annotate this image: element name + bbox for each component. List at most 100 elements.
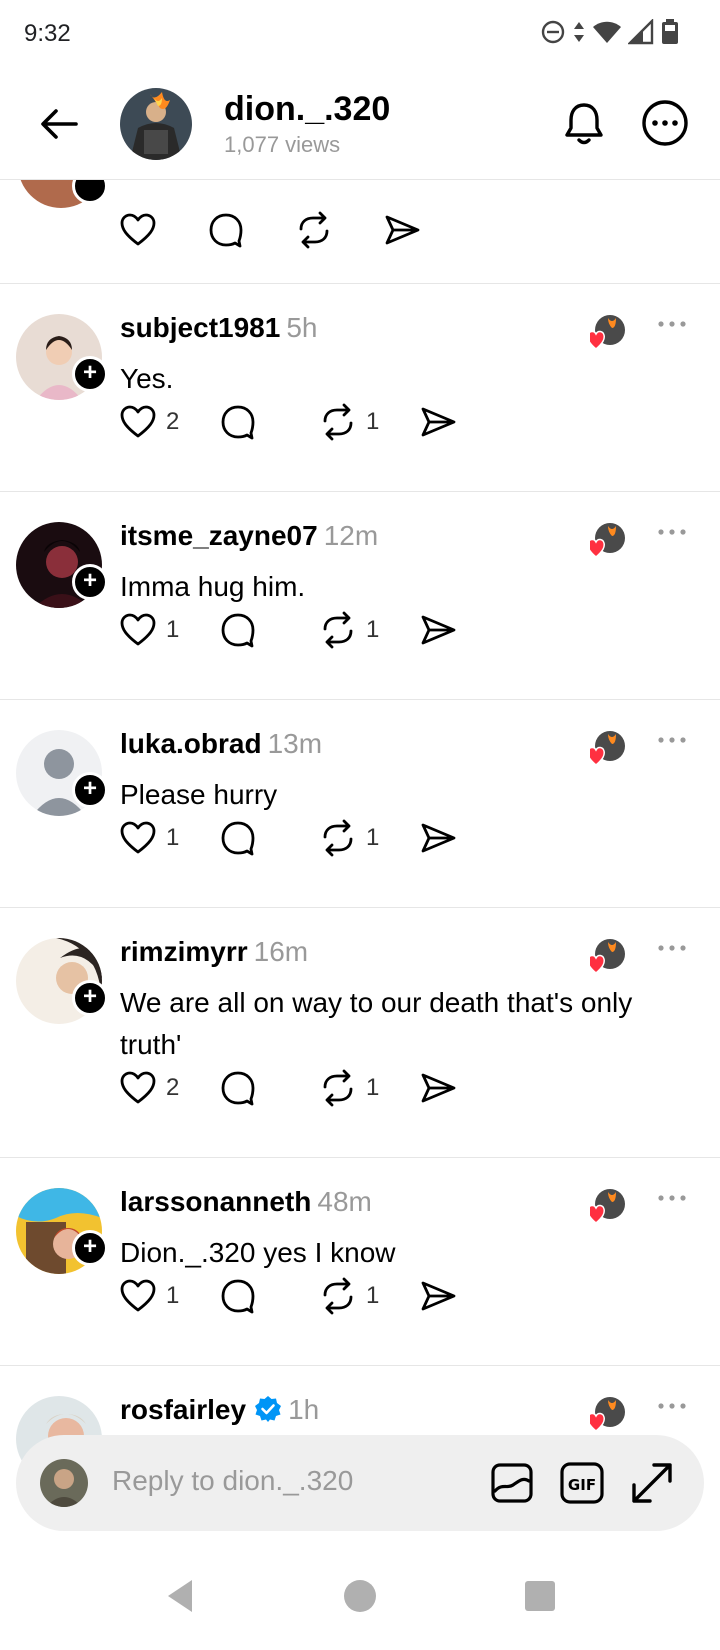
square-recents-icon: [525, 1581, 555, 1611]
comment-icon: [221, 821, 255, 856]
timestamp: 13m: [267, 728, 323, 759]
comment-text: Imma hug him.: [120, 571, 306, 602]
reply-input[interactable]: Reply to dion._.320: [112, 1465, 353, 1497]
expand-composer-button[interactable]: [628, 1459, 676, 1507]
heart-icon: [120, 821, 156, 854]
comment-more-button[interactable]: [656, 936, 688, 960]
like-button[interactable]: 2: [118, 1068, 180, 1108]
nav-home-button[interactable]: [340, 1576, 380, 1616]
username[interactable]: larssonanneth: [120, 1186, 311, 1217]
reply-button[interactable]: [218, 818, 280, 858]
comment-more-button[interactable]: [656, 520, 688, 544]
username[interactable]: rimzimyrr: [120, 936, 248, 967]
like-button[interactable]: 2: [118, 402, 180, 442]
share-button[interactable]: [418, 818, 458, 858]
comment-more-button[interactable]: [656, 1186, 688, 1210]
gif-icon: GIF: [560, 1462, 604, 1504]
comment-text: Please hurry: [120, 779, 278, 810]
follow-plus-button[interactable]: +: [72, 1230, 108, 1266]
my-avatar: [40, 1459, 88, 1507]
nav-back-button[interactable]: [160, 1576, 200, 1616]
author-liked-indicator: [587, 1396, 626, 1432]
comment-icon: [221, 405, 255, 440]
like-count: 1: [166, 616, 180, 643]
repost-count: 1: [366, 408, 380, 435]
share-icon: [421, 823, 456, 853]
like-button[interactable]: 1: [118, 818, 180, 858]
follow-plus-button[interactable]: +: [72, 772, 108, 808]
repost-icon: [323, 819, 353, 857]
comment-text: Yes.: [120, 363, 174, 394]
username[interactable]: luka.obrad: [120, 728, 262, 759]
repost-button[interactable]: 1: [318, 1276, 380, 1316]
reply-button[interactable]: [218, 610, 280, 650]
repost-button[interactable]: 1: [318, 402, 380, 442]
svg-text:GIF: GIF: [568, 1476, 596, 1494]
gif-button[interactable]: GIF: [558, 1459, 606, 1507]
like-button[interactable]: 1: [118, 610, 180, 650]
share-icon: [421, 615, 456, 645]
data-arrows-icon: [574, 22, 584, 42]
share-button[interactable]: [418, 402, 458, 442]
status-bar: 9:32: [0, 0, 720, 72]
reply-button[interactable]: [218, 402, 280, 442]
repost-button[interactable]: 1: [318, 1068, 380, 1108]
image-icon: [491, 1463, 533, 1503]
like-count: 1: [166, 824, 180, 851]
share-icon: [421, 1281, 456, 1311]
comment-row[interactable]: + larssonanneth 48m Dion._.320 yes I know…: [0, 1158, 720, 1366]
share-button[interactable]: [418, 1068, 458, 1108]
comment-text: We are all on way to our death that's on…: [120, 987, 633, 1060]
header-avatar[interactable]: [120, 88, 192, 160]
comment-meta: rimzimyrr 16m: [120, 936, 308, 968]
comment-icon: [221, 1279, 255, 1314]
comment-more-button[interactable]: [656, 728, 688, 752]
comment-row[interactable]: + luka.obrad 13m Please hurry 1 1: [0, 700, 720, 908]
comment-actions: 2 1: [118, 1068, 496, 1108]
follow-plus-button[interactable]: +: [72, 356, 108, 392]
signal-icon: [628, 19, 654, 45]
author-liked-indicator: [587, 314, 626, 350]
more-dots-icon: [658, 1195, 686, 1201]
username[interactable]: rosfairley: [120, 1394, 246, 1425]
share-button[interactable]: [418, 1276, 458, 1316]
notifications-button[interactable]: [558, 98, 610, 150]
comment-row[interactable]: + rimzimyrr 16m We are all on way to our …: [0, 908, 720, 1158]
comment-actions: 2 1: [118, 402, 496, 442]
comment-row[interactable]: + itsme_zayne07 12m Imma hug him. 1 1: [0, 492, 720, 700]
username[interactable]: itsme_zayne07: [120, 520, 318, 551]
username[interactable]: subject1981: [120, 312, 280, 343]
attach-image-button[interactable]: [488, 1459, 536, 1507]
like-button[interactable]: 1: [118, 1276, 180, 1316]
nav-recents-button[interactable]: [520, 1576, 560, 1616]
back-button[interactable]: [36, 100, 84, 148]
comment-row[interactable]: + subject1981 5h Yes. 2 1: [0, 284, 720, 492]
follow-plus-button[interactable]: +: [72, 980, 108, 1016]
more-options-button[interactable]: [640, 98, 690, 148]
reply-button[interactable]: [218, 1276, 280, 1316]
timestamp: 12m: [323, 520, 379, 551]
dnd-icon: [541, 20, 565, 44]
comment-meta: rosfairley 1h: [120, 1394, 319, 1426]
comment-meta: larssonanneth 48m: [120, 1186, 372, 1218]
repost-icon[interactable]: [294, 210, 334, 250]
repost-button[interactable]: 1: [318, 818, 380, 858]
triangle-back-icon: [168, 1580, 192, 1612]
heart-icon: [120, 1071, 156, 1104]
header-title[interactable]: dion._.320: [224, 90, 390, 129]
follow-plus-button[interactable]: +: [72, 564, 108, 600]
repost-button[interactable]: 1: [318, 610, 380, 650]
share-button[interactable]: [418, 610, 458, 650]
reply-button[interactable]: [218, 1068, 280, 1108]
comment-more-button[interactable]: [656, 1394, 688, 1418]
heart-icon[interactable]: [118, 210, 158, 250]
author-liked-indicator: [587, 1188, 626, 1224]
heart-icon: [120, 405, 156, 438]
arrow-left-icon: [41, 109, 78, 139]
comment-icon[interactable]: [206, 210, 246, 250]
share-icon: [421, 1073, 456, 1103]
reply-composer[interactable]: Reply to dion._.320 GIF: [16, 1435, 704, 1531]
previous-post-actions: [118, 210, 422, 250]
share-icon[interactable]: [382, 210, 422, 250]
comment-more-button[interactable]: [656, 312, 688, 336]
